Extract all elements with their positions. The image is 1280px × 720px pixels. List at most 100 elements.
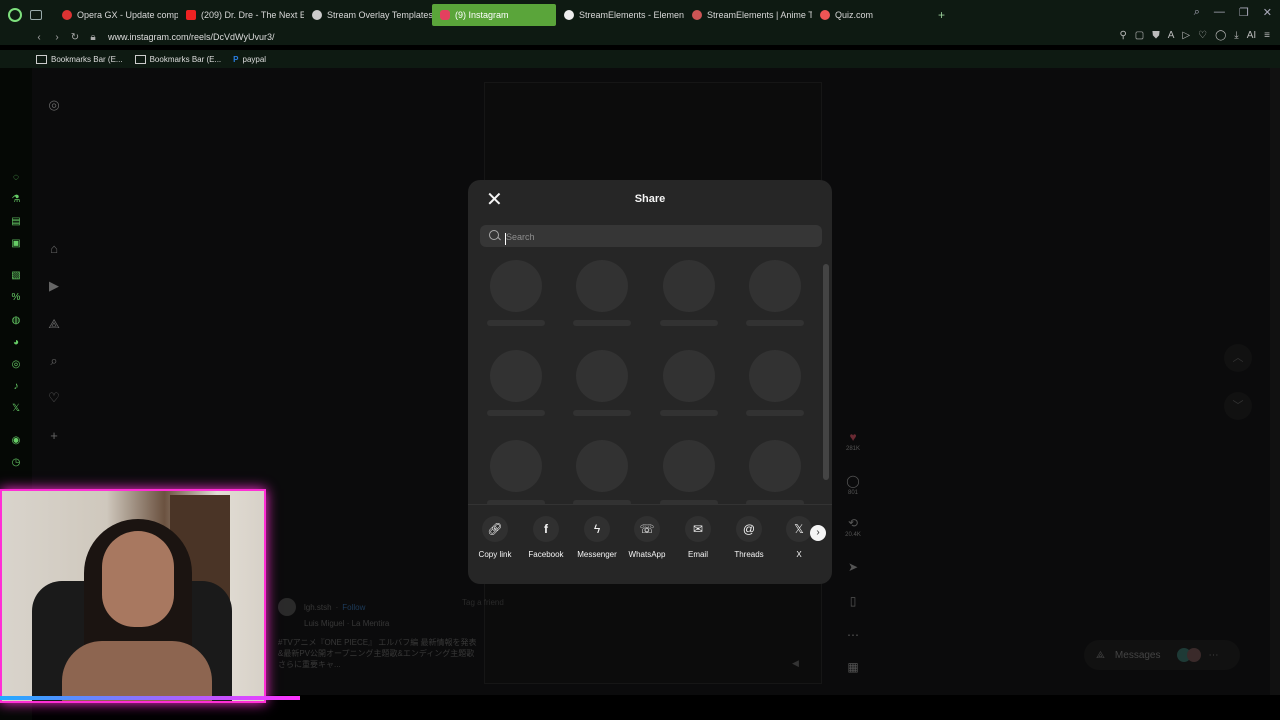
- tabs-icon[interactable]: ▤: [10, 216, 22, 228]
- download-icon[interactable]: ⤓: [1234, 30, 1238, 41]
- email-button[interactable]: ✉ Email: [673, 516, 723, 559]
- scrollbar-thumb[interactable]: [823, 264, 829, 480]
- instagram-side-icon[interactable]: ◎: [10, 359, 22, 371]
- percent-icon[interactable]: %: [10, 292, 22, 304]
- minimize-icon[interactable]: —: [1214, 6, 1225, 19]
- search-nav-icon[interactable]: ⌕: [47, 354, 61, 368]
- heart-icon[interactable]: ♡: [1198, 30, 1207, 41]
- close-icon[interactable]: ✕: [1263, 6, 1272, 19]
- profile-icon[interactable]: ◯: [1215, 30, 1226, 41]
- mute-icon[interactable]: ◀: [792, 658, 799, 669]
- search-input[interactable]: [504, 228, 808, 246]
- copy-link-button[interactable]: 🔗︎ Copy link: [470, 516, 520, 559]
- tab-overview-icon[interactable]: [30, 9, 42, 20]
- chevron-right-icon[interactable]: ›: [810, 525, 826, 541]
- forward-icon[interactable]: ›: [48, 32, 66, 43]
- x-side-icon[interactable]: 𝕏: [10, 403, 22, 415]
- create-plus-icon[interactable]: +: [47, 429, 61, 443]
- opera-logo-icon[interactable]: [8, 7, 22, 22]
- translate-icon[interactable]: A: [1168, 30, 1175, 41]
- tab-label: StreamElements - Element: [579, 9, 684, 20]
- reel-username[interactable]: lgh.stsh: [304, 602, 332, 613]
- play-icon[interactable]: ▷: [1182, 30, 1190, 41]
- twitch-icon[interactable]: ▧: [10, 270, 22, 282]
- flask-icon[interactable]: ⚗: [10, 194, 22, 206]
- like-heart-icon[interactable]: ♥ 281K: [838, 430, 868, 452]
- recipient-placeholder[interactable]: [572, 260, 632, 326]
- notifications-heart-icon[interactable]: ♡: [47, 391, 61, 405]
- reel-audio-label[interactable]: Luis Miguel · La Mentira: [304, 618, 478, 629]
- tag-friend-label[interactable]: Tag a friend: [462, 598, 504, 607]
- browser-tab-active[interactable]: (9) Instagram: [432, 3, 556, 26]
- browser-tab[interactable]: Quiz.com: [812, 4, 932, 26]
- address-bar-tools: ⚲ ▢ ⛊ A ▷ ♡ ◯ ⤓ AI ≡: [1119, 30, 1270, 41]
- recipient-placeholder[interactable]: [659, 260, 719, 326]
- recipient-placeholder[interactable]: [745, 350, 805, 416]
- reload-icon[interactable]: ↻: [66, 32, 84, 43]
- more-options-icon[interactable]: ⋯: [838, 628, 868, 642]
- instagram-logo-icon[interactable]: ◎: [47, 98, 61, 112]
- shield-icon[interactable]: ⛊: [1152, 30, 1160, 41]
- browser-tab[interactable]: (209) Dr. Dre - The Next E: [178, 4, 304, 26]
- reels-icon[interactable]: ▶: [47, 279, 61, 293]
- comment-icon[interactable]: ◯ 801: [838, 474, 868, 496]
- repost-icon[interactable]: ⟲ 20.4K: [838, 516, 868, 538]
- refresh-circle-icon[interactable]: ◌: [10, 172, 22, 184]
- pin-icon[interactable]: ⚲: [1119, 30, 1126, 41]
- recipient-placeholder[interactable]: [659, 440, 719, 504]
- bookmark-folder[interactable]: Bookmarks Bar (E...: [134, 54, 221, 64]
- messenger-side-icon[interactable]: ▣: [10, 238, 22, 250]
- messenger-button[interactable]: ϟ Messenger: [572, 516, 622, 559]
- paypal-icon: P: [233, 54, 239, 64]
- restore-icon[interactable]: ❐: [1239, 6, 1249, 19]
- next-reel-chevron-down-icon[interactable]: ﹀: [1224, 392, 1252, 420]
- page-scrollbar[interactable]: [1270, 68, 1280, 695]
- bookmark-paypal[interactable]: Ppaypal: [233, 55, 266, 64]
- messages-button[interactable]: ⟁ Messages ⋯: [1084, 640, 1240, 670]
- tab-label: StreamElements | Anime T: [707, 9, 812, 20]
- player-icon[interactable]: ◉: [10, 435, 22, 447]
- recipient-placeholder[interactable]: [572, 350, 632, 416]
- recipient-placeholder[interactable]: [486, 350, 546, 416]
- bookmark-save-icon[interactable]: ▯: [838, 594, 868, 608]
- snapshot-icon[interactable]: ▢: [1135, 30, 1144, 41]
- browser-tab[interactable]: StreamElements | Anime T: [684, 4, 812, 26]
- search-icon[interactable]: ⌕: [1194, 6, 1200, 19]
- follow-link[interactable]: Follow: [342, 602, 365, 613]
- recipient-placeholder[interactable]: [745, 260, 805, 326]
- facebook-button[interactable]: f Facebook: [521, 516, 571, 559]
- browser-tab[interactable]: Opera GX - Update comple: [54, 4, 178, 26]
- history-icon[interactable]: ◷: [10, 457, 22, 469]
- whatsapp-button[interactable]: ☏ WhatsApp: [622, 516, 672, 559]
- tiktok-icon[interactable]: ♪: [10, 381, 22, 393]
- streamelements-favicon-icon: [564, 9, 574, 20]
- ai-button[interactable]: AI: [1247, 30, 1256, 41]
- share-send-icon[interactable]: ➤: [838, 560, 868, 574]
- browser-tab[interactable]: StreamElements - Element: [556, 4, 684, 26]
- back-icon[interactable]: ‹: [30, 32, 48, 43]
- direct-icon[interactable]: ⟁: [47, 317, 61, 331]
- threads-button[interactable]: @ Threads: [724, 516, 774, 559]
- previous-reel-chevron-up-icon[interactable]: ︿: [1224, 344, 1252, 372]
- recipient-placeholder[interactable]: [572, 440, 632, 504]
- recipient-placeholder[interactable]: [745, 440, 805, 504]
- recipient-placeholder[interactable]: [659, 350, 719, 416]
- recipient-placeholder[interactable]: [486, 440, 546, 504]
- menu-icon[interactable]: ≡: [1264, 30, 1270, 41]
- facebook-icon: f: [533, 516, 559, 542]
- avatar[interactable]: [278, 598, 296, 616]
- audio-thumb-icon[interactable]: ▦: [838, 660, 868, 674]
- url-field[interactable]: www.instagram.com/reels/DcVdWyUvur3/: [108, 32, 274, 42]
- discord-icon[interactable]: ◕: [10, 337, 22, 349]
- likes-count: 281K: [845, 446, 860, 452]
- recipient-placeholder[interactable]: [486, 260, 546, 326]
- browser-tab[interactable]: Stream Overlay Templates: [304, 4, 432, 26]
- whatsapp-side-icon[interactable]: ◍: [10, 315, 22, 327]
- new-tab-plus-icon[interactable]: +: [938, 8, 945, 22]
- bookmark-folder[interactable]: Bookmarks Bar (E...: [36, 54, 123, 64]
- webcam-person-body: [62, 641, 212, 701]
- folder-icon: [36, 54, 47, 64]
- dialog-scrollbar[interactable]: [823, 254, 829, 504]
- folder-icon: [134, 54, 146, 64]
- home-icon[interactable]: ⌂: [47, 242, 61, 256]
